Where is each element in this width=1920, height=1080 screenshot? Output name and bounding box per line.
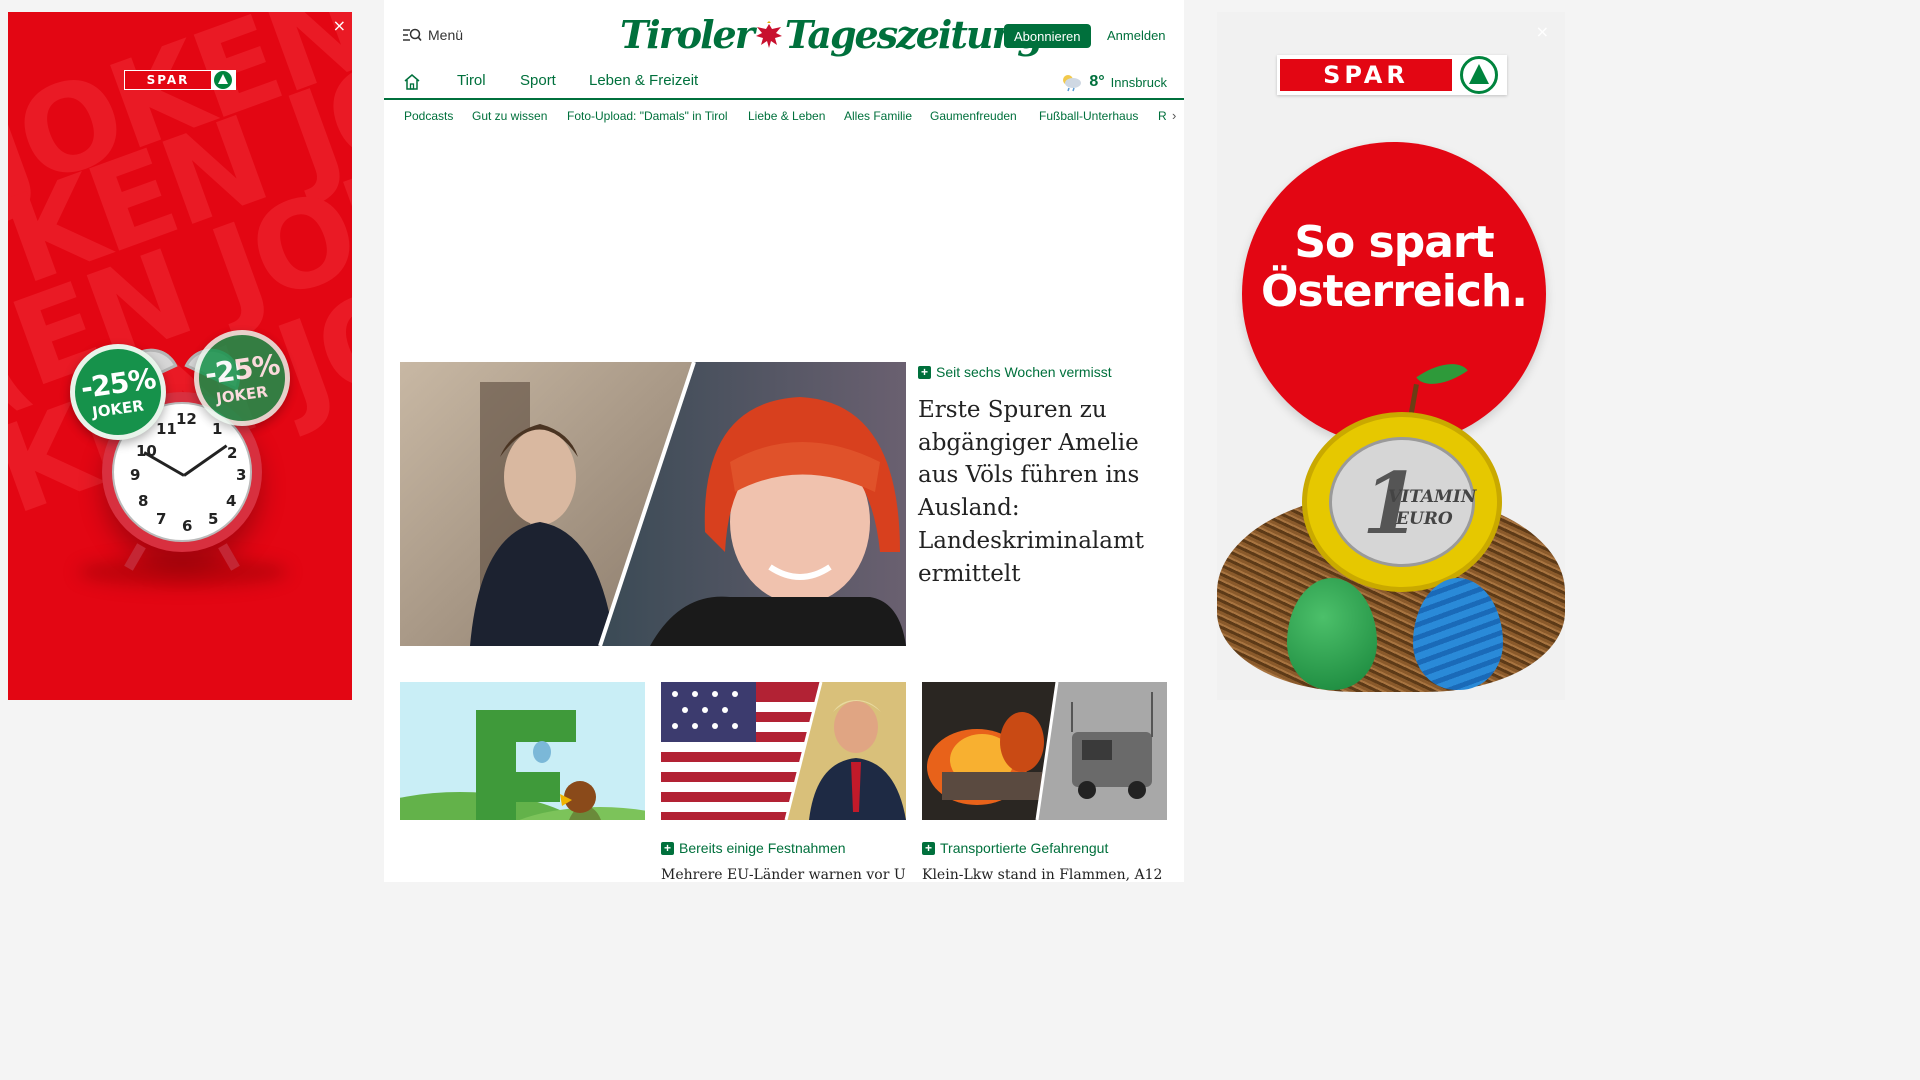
- tyrolean-eagle-icon: [755, 20, 782, 48]
- hero-kicker-text: Seit sechs Wochen vermisst: [936, 364, 1112, 380]
- site-logo[interactable]: Tiroler Tageszeitung: [620, 12, 1044, 57]
- subnav-item-gaumenfreuden[interactable]: Gaumenfreuden: [930, 109, 1017, 123]
- ad-headline: So spart Österreich.: [1242, 218, 1546, 316]
- subnav-item-gut-zu-wissen[interactable]: Gut zu wissen: [472, 109, 547, 123]
- weather-city: Innsbruck: [1110, 74, 1167, 90]
- article-image[interactable]: [922, 682, 1167, 820]
- clock-hour-hand: [143, 451, 185, 477]
- hero-headline[interactable]: Erste Spuren zu abgängiger Amelie aus Vö…: [918, 394, 1174, 590]
- menu-search-icon: [403, 28, 422, 42]
- left-ad-banner[interactable]: JOKEN JO KEN JO (EN JOI KEN JO × SPAR 12…: [8, 12, 352, 700]
- plus-icon: +: [918, 365, 931, 379]
- menu-button[interactable]: Menü: [402, 27, 463, 43]
- clock-number: 4: [226, 492, 237, 510]
- nav-item-tirol[interactable]: Tirol: [457, 72, 486, 89]
- spar-tree-icon: [214, 71, 232, 89]
- coin-label: VITAMIN EURO: [1388, 486, 1476, 530]
- clock-number: 7: [156, 510, 167, 528]
- hero-kicker: + Seit sechs Wochen vermisst: [918, 364, 1112, 380]
- subscribe-button[interactable]: Abonnieren: [1004, 24, 1091, 48]
- sun-rain-icon: [1063, 75, 1082, 92]
- plus-icon: +: [661, 841, 674, 855]
- article-card[interactable]: [400, 682, 645, 820]
- ad-headline-line2: Österreich.: [1261, 266, 1528, 317]
- burning-truck-photo: [922, 682, 1167, 820]
- clock-number: 11: [156, 420, 177, 438]
- subnav-item-podcasts[interactable]: Podcasts: [404, 109, 453, 123]
- coin-center: 1 VITAMIN EURO: [1329, 437, 1476, 567]
- headline-bubble: So spart Österreich.: [1242, 142, 1546, 446]
- clock-number: 3: [236, 466, 247, 484]
- article-card[interactable]: + Transportierte Gefahrengut Klein-Lkw s…: [922, 682, 1167, 883]
- coin-label-line2: EURO: [1396, 509, 1453, 529]
- coin-label-line1: VITAMIN: [1388, 487, 1477, 507]
- subnav-item-fussball-unterhaus[interactable]: Fußball-Unterhaus: [1039, 109, 1138, 123]
- main-nav: Tirol Sport Leben & Freizeit 8° Innsbruc…: [384, 64, 1184, 100]
- clock-shadow: [78, 557, 288, 587]
- easter-e-illustration: [400, 682, 645, 820]
- clock-number: 1: [212, 420, 223, 438]
- spar-logo-text: SPAR: [1280, 59, 1452, 91]
- weather-widget[interactable]: 8° Innsbruck: [1059, 72, 1167, 92]
- clock-number: 8: [138, 492, 149, 510]
- weather-temperature: 8°: [1089, 73, 1105, 90]
- spar-logo: SPAR: [124, 70, 236, 90]
- article-kicker: + Transportierte Gefahrengut: [922, 840, 1167, 856]
- ad-close-icon[interactable]: ×: [1536, 22, 1549, 41]
- subnav-item-liebe-leben[interactable]: Liebe & Leben: [748, 109, 825, 123]
- ad-close-icon[interactable]: ×: [333, 16, 346, 35]
- subnav-item-truncated[interactable]: R: [1158, 109, 1167, 123]
- spar-logo-text: SPAR: [125, 71, 211, 89]
- article-image[interactable]: [400, 682, 645, 820]
- nav-item-leben-freizeit[interactable]: Leben & Freizeit: [589, 72, 698, 89]
- article-headline[interactable]: Klein-Lkw stand in Flammen, A12 bei: [922, 867, 1167, 883]
- article-image[interactable]: [661, 682, 906, 820]
- clock-number: 6: [182, 517, 193, 535]
- home-icon[interactable]: [403, 73, 421, 91]
- chevron-right-icon[interactable]: ›: [1172, 108, 1176, 123]
- clock-number: 9: [130, 466, 141, 484]
- subnav-item-foto-upload[interactable]: Foto-Upload: "Damals" in Tirol: [567, 109, 728, 123]
- plus-icon: +: [922, 841, 935, 855]
- joker-badge-front: -25% JOKER: [70, 344, 166, 440]
- spar-logo: SPAR: [1277, 55, 1507, 95]
- article-headline[interactable]: Mehrere EU-Länder warnen vor USA:: [661, 867, 906, 883]
- topic-subnav: Podcasts Gut zu wissen Foto-Upload: "Dam…: [384, 102, 1184, 130]
- article-kicker: + Bereits einige Festnahmen: [661, 840, 906, 856]
- article-kicker-text: Bereits einige Festnahmen: [679, 840, 846, 856]
- clock-number: 12: [176, 410, 197, 428]
- ad-headline-line1: So spart: [1294, 217, 1494, 268]
- article-card[interactable]: + Bereits einige Festnahmen Mehrere EU-L…: [661, 682, 906, 883]
- hero-image[interactable]: [400, 362, 906, 646]
- clock-number: 2: [227, 444, 238, 462]
- article-kicker-text: Transportierte Gefahrengut: [940, 840, 1109, 856]
- usa-flag-trump-photo: [661, 682, 906, 820]
- nav-item-sport[interactable]: Sport: [520, 72, 556, 89]
- vitamin-euro-coin: 1 VITAMIN EURO: [1302, 412, 1502, 592]
- site-header: Menü Tiroler Tageszeitung Abonnieren Anm…: [384, 0, 1184, 70]
- logo-text-part1: Tiroler: [620, 12, 755, 57]
- clock-minute-hand: [183, 444, 228, 477]
- right-ad-banner[interactable]: × SPAR So spart Österreich. 1 VITAMIN EU…: [1217, 12, 1565, 700]
- clock-number: 5: [208, 510, 219, 528]
- subnav-item-alles-familie[interactable]: Alles Familie: [844, 109, 912, 123]
- menu-label: Menü: [428, 27, 464, 43]
- spar-tree-icon: [1460, 56, 1498, 94]
- main-content: Menü Tiroler Tageszeitung Abonnieren Anm…: [384, 0, 1184, 883]
- login-link[interactable]: Anmelden: [1107, 28, 1166, 43]
- joker-badge-back: -25% JOKER: [194, 330, 290, 426]
- hero-photo-collage: [400, 362, 906, 646]
